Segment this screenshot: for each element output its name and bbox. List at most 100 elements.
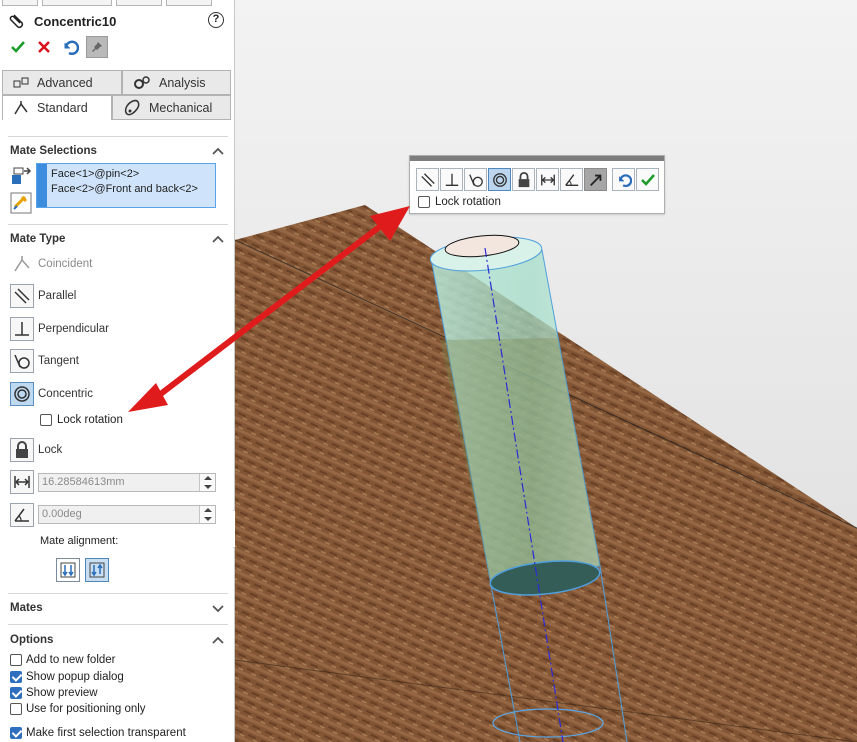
- option-label: Show popup dialog: [26, 671, 124, 683]
- ok-button[interactable]: [8, 37, 28, 57]
- parallel-label: Parallel: [38, 290, 77, 302]
- distance-input[interactable]: 16.28584613mm: [38, 473, 216, 492]
- aligned-button[interactable]: [56, 558, 80, 582]
- angle-input[interactable]: 0.00deg: [38, 505, 216, 524]
- distance-icon: [10, 470, 34, 494]
- panel-tab-3[interactable]: [116, 0, 162, 6]
- lock-rotation-checkbox[interactable]: Lock rotation: [40, 414, 123, 426]
- parallel-icon: [10, 284, 34, 308]
- mate-selections-header[interactable]: Mate Selections: [0, 140, 234, 162]
- help-icon[interactable]: ?: [208, 12, 224, 28]
- pin-selection-icon[interactable]: [10, 192, 32, 214]
- popup-tangent-button[interactable]: [464, 168, 487, 191]
- concentric-icon: [492, 172, 507, 187]
- mates-title: Mates: [10, 602, 43, 614]
- chevron-up-icon: [212, 235, 224, 243]
- mate-coincident[interactable]: Coincident: [10, 251, 92, 277]
- chevron-down-icon: [212, 605, 224, 613]
- make-first-selection-transparent-option[interactable]: Make first selection transparent: [10, 727, 186, 739]
- distance-spinner[interactable]: [199, 474, 215, 491]
- popup-distance-button[interactable]: [536, 168, 559, 191]
- checkmark-icon: [640, 173, 655, 186]
- popup-undo-button[interactable]: [612, 168, 635, 191]
- mate-selections-list[interactable]: Face<1>@pin<2> Face<2>@Front and back<2>: [36, 163, 216, 208]
- options-header[interactable]: Options: [0, 629, 234, 651]
- mate-alignment-buttons: [56, 558, 109, 582]
- mate-selections-title: Mate Selections: [10, 145, 97, 157]
- swap-selection-icon[interactable]: [10, 165, 32, 187]
- popup-parallel-button[interactable]: [416, 168, 439, 191]
- tab-advanced-label: Advanced: [37, 75, 93, 90]
- concentric-icon: [10, 382, 34, 406]
- popup-angle-button[interactable]: [560, 168, 583, 191]
- popup-perpendicular-button[interactable]: [440, 168, 463, 191]
- use-for-positioning-only-option[interactable]: Use for positioning only: [10, 703, 146, 715]
- tab-mechanical-label: Mechanical: [149, 100, 213, 115]
- close-icon: [38, 41, 50, 53]
- mate-alignment-label: Mate alignment:: [40, 535, 119, 547]
- flip-alignment-icon: [589, 174, 601, 186]
- mate-tangent[interactable]: Tangent: [10, 348, 79, 374]
- aligned-icon: [60, 562, 76, 578]
- lock-icon: [518, 171, 529, 187]
- mates-header[interactable]: Mates: [0, 597, 234, 619]
- option-label: Use for positioning only: [26, 703, 146, 715]
- panel-tab-4[interactable]: [166, 0, 212, 6]
- mate-concentric[interactable]: Concentric: [10, 381, 93, 407]
- parallel-icon: [420, 172, 435, 187]
- popup-lock-button[interactable]: [512, 168, 535, 191]
- chevron-up-icon: [212, 147, 224, 155]
- top-panel-tabs: [0, 0, 234, 6]
- popup-flip-alignment-button[interactable]: [584, 168, 607, 191]
- undo-button[interactable]: [60, 37, 80, 57]
- divider: [8, 224, 228, 225]
- mate-lock[interactable]: Lock: [10, 437, 62, 463]
- undo-icon: [618, 173, 632, 187]
- selection-color-bar: [37, 164, 47, 207]
- show-preview-option[interactable]: Show preview: [10, 687, 98, 699]
- mate-paperclip-icon: [9, 14, 24, 29]
- angle-spinner[interactable]: [199, 506, 215, 523]
- tangent-icon: [10, 349, 34, 373]
- mate-parallel[interactable]: Parallel: [10, 283, 76, 309]
- checkmark-icon: [11, 41, 25, 53]
- checkbox[interactable]: [10, 687, 22, 699]
- action-buttons: [8, 36, 108, 58]
- tab-standard[interactable]: Standard: [2, 95, 112, 120]
- mate-distance[interactable]: [10, 469, 38, 495]
- list-item[interactable]: Face<2>@Front and back<2>: [51, 182, 215, 197]
- panel-tab-2[interactable]: [42, 0, 112, 6]
- selection-icons: [10, 165, 34, 217]
- tab-mechanical[interactable]: Mechanical: [112, 95, 231, 120]
- list-item[interactable]: Face<1>@pin<2>: [51, 167, 215, 182]
- graphics-area[interactable]: [235, 0, 857, 742]
- add-to-new-folder-option[interactable]: Add to new folder: [10, 654, 116, 666]
- tab-standard-label: Standard: [37, 101, 88, 115]
- property-manager-panel: Concentric10 ? Advanced Analysis Standar…: [0, 0, 235, 742]
- popup-ok-button[interactable]: [636, 168, 659, 191]
- cam-icon: [124, 99, 140, 115]
- popup-lock-rotation-checkbox[interactable]: Lock rotation: [418, 196, 501, 208]
- panel-tab-1[interactable]: [2, 0, 38, 6]
- checkbox[interactable]: [10, 671, 22, 683]
- popup-title-strip[interactable]: [410, 156, 664, 161]
- mate-type-header[interactable]: Mate Type: [0, 228, 234, 250]
- pushpin-icon: [92, 42, 102, 52]
- pin-button[interactable]: [86, 36, 108, 58]
- divider: [8, 624, 228, 625]
- checkbox[interactable]: [40, 414, 52, 426]
- mate-type-title: Mate Type: [10, 233, 66, 245]
- mate-perpendicular[interactable]: Perpendicular: [10, 316, 109, 342]
- checkbox[interactable]: [418, 196, 430, 208]
- cancel-button[interactable]: [34, 37, 54, 57]
- tab-analysis[interactable]: Analysis: [122, 70, 231, 95]
- checkbox[interactable]: [10, 654, 22, 666]
- mate-angle[interactable]: [10, 502, 38, 528]
- checkbox[interactable]: [10, 727, 22, 739]
- tab-analysis-label: Analysis: [159, 75, 206, 90]
- checkbox[interactable]: [10, 703, 22, 715]
- anti-aligned-button[interactable]: [85, 558, 109, 582]
- popup-concentric-button[interactable]: [488, 168, 511, 191]
- show-popup-dialog-option[interactable]: Show popup dialog: [10, 671, 124, 683]
- tab-advanced[interactable]: Advanced: [2, 70, 122, 95]
